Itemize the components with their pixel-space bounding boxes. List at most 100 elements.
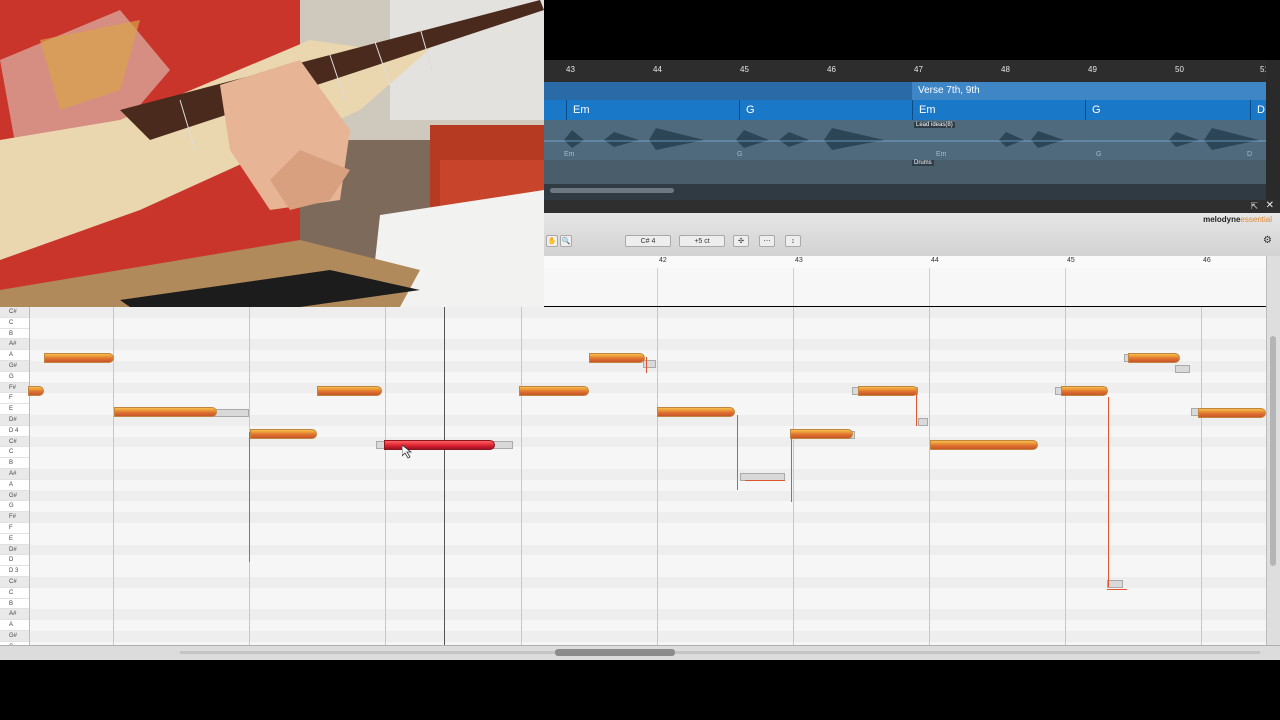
note-blob[interactable] (1061, 386, 1108, 396)
note-blob[interactable] (1128, 353, 1180, 363)
pitch-display[interactable]: C# 4 (625, 235, 671, 247)
chord-block[interactable]: G (739, 100, 912, 120)
chord-track[interactable]: Em G Em G D (544, 100, 1266, 120)
pitch-row (29, 501, 1266, 512)
piano-key[interactable]: A (0, 620, 29, 631)
lane-chord-label: G (1096, 151, 1102, 158)
drums-lane[interactable]: Drums (544, 160, 1266, 184)
gear-icon[interactable]: ⚙ (1263, 235, 1272, 246)
piano-key[interactable]: G# (0, 631, 29, 642)
close-icon[interactable]: ✕ (1266, 200, 1274, 211)
editor-vertical-scrollbar[interactable] (1266, 256, 1280, 645)
chord-block[interactable]: D (1250, 100, 1266, 120)
piano-key[interactable]: D# (0, 415, 29, 426)
piano-key[interactable]: A# (0, 609, 29, 621)
drums-track-label[interactable]: Drums (912, 160, 934, 166)
hand-icon[interactable]: ✋ (546, 235, 558, 247)
note-editor[interactable]: C# C B A# A G# G F# F E D# D 4 C# C B A# A G# G F# F E D# D D 3C… (0, 307, 1266, 645)
melodyne-title-bar: ⇱ ✕ (544, 200, 1280, 213)
piano-key[interactable]: E (0, 534, 29, 545)
note-blob[interactable] (28, 386, 44, 396)
piano-keys[interactable]: C# C B A# A G# G F# F E D# D 4 C# C B A# A G# G F# F E D# D D 3C… (0, 307, 30, 645)
note-blob[interactable] (589, 353, 645, 363)
piano-key[interactable]: B (0, 599, 29, 610)
piano-key[interactable]: D 4 (0, 426, 29, 437)
piano-key[interactable]: B (0, 458, 29, 469)
piano-key[interactable]: D (0, 555, 29, 567)
zoom-icon[interactable]: 🔍 (560, 235, 572, 247)
chord-block[interactable]: G (1085, 100, 1250, 120)
piano-key[interactable]: F (0, 523, 29, 534)
note-blob[interactable] (1198, 408, 1266, 418)
piano-key[interactable]: A# (0, 469, 29, 480)
lane-chord-label: Em (564, 151, 575, 158)
piano-key[interactable]: C# (0, 577, 29, 588)
piano-key[interactable]: D# (0, 544, 29, 556)
note-blob[interactable] (250, 429, 317, 439)
piano-key[interactable]: A (0, 480, 29, 491)
piano-key[interactable]: A# (0, 339, 29, 351)
arranger-section-track[interactable]: Verse 7th, 9th (544, 82, 1266, 100)
pitch-row (29, 588, 1266, 599)
selected-note-blob[interactable] (384, 440, 495, 450)
arranger-horizontal-scrollbar[interactable] (544, 184, 1266, 200)
note-blob[interactable] (858, 386, 918, 396)
piano-key[interactable]: D 3 (0, 566, 29, 577)
scroll-thumb[interactable] (1270, 336, 1276, 566)
audio-waveform-lane[interactable]: Lead ideas(8) Em G Em G D (544, 120, 1266, 160)
cents-display[interactable]: +5 ct (679, 235, 725, 247)
piano-key[interactable]: E (0, 404, 29, 415)
arranger-vertical-scrollbar[interactable] (1266, 60, 1280, 200)
chord-block[interactable]: Em (566, 100, 739, 120)
pitch-curve (646, 357, 647, 373)
split-tool-button[interactable]: ↕ (785, 235, 801, 247)
note-blob[interactable] (790, 429, 853, 439)
edition-name: essential (1240, 215, 1272, 224)
piano-key[interactable]: G# (0, 490, 29, 502)
scroll-thumb[interactable] (550, 188, 674, 193)
scroll-thumb[interactable] (555, 649, 675, 656)
editor-horizontal-scrollbar[interactable] (0, 645, 1280, 660)
piano-key[interactable]: C (0, 447, 29, 459)
piano-key[interactable]: G# (0, 361, 29, 372)
piano-key[interactable]: B (0, 329, 29, 340)
ruler-number: 49 (1088, 65, 1097, 74)
piano-key[interactable]: F# (0, 382, 29, 394)
ruler-number: 45 (1067, 257, 1075, 264)
pitch-row (29, 318, 1266, 329)
pitch-row (29, 599, 1266, 610)
piano-key[interactable]: C# (0, 307, 29, 318)
pitch-tool-button[interactable]: ✣ (733, 235, 749, 247)
timing-tool-button[interactable]: ⋯ (759, 235, 775, 247)
pitch-curve (737, 415, 738, 490)
lead-track-label[interactable]: Lead ideas(8) (914, 122, 955, 128)
section-label[interactable]: Verse 7th, 9th (912, 82, 1266, 100)
float-window-icon[interactable]: ⇱ (1250, 201, 1258, 212)
ruler-number: 44 (653, 65, 662, 74)
note-blob[interactable] (114, 407, 217, 417)
piano-key[interactable]: A (0, 350, 29, 361)
arranger-ruler[interactable]: 43 44 45 46 47 48 49 50 51 (544, 60, 1269, 83)
pitch-curve (745, 480, 785, 481)
overview-strip (180, 651, 1260, 654)
note-blob[interactable] (317, 386, 382, 396)
piano-key[interactable]: F (0, 393, 29, 405)
melodyne-logo: melodyneessential (1203, 215, 1272, 224)
webcam-video (0, 0, 544, 307)
note-blob[interactable] (657, 407, 735, 417)
ruler-number: 50 (1175, 65, 1184, 74)
piano-key[interactable]: C (0, 588, 29, 599)
pitch-row (29, 329, 1266, 340)
note-blob[interactable] (44, 353, 114, 363)
piano-key[interactable]: C (0, 318, 29, 329)
piano-key[interactable]: C# (0, 436, 29, 448)
piano-key[interactable]: G (0, 372, 29, 383)
pitch-row (29, 523, 1266, 534)
piano-key[interactable]: G (0, 501, 29, 513)
playhead[interactable] (444, 307, 445, 645)
pitch-curve (1107, 589, 1127, 590)
chord-block[interactable]: Em (912, 100, 1085, 120)
piano-key[interactable]: F# (0, 512, 29, 523)
note-blob[interactable] (519, 386, 589, 396)
note-blob[interactable] (930, 440, 1038, 450)
